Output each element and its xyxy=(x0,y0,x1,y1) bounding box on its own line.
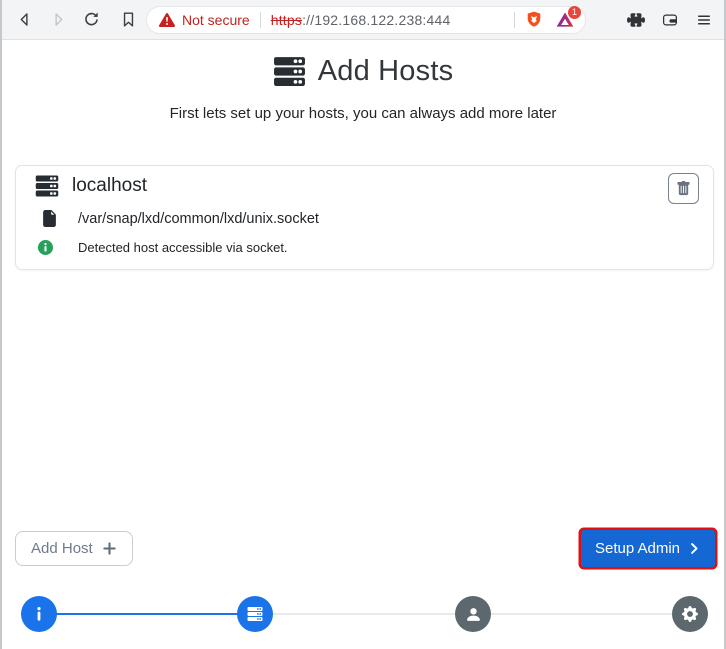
page-subtitle: First lets set up your hosts, you can al… xyxy=(2,105,724,122)
info-icon xyxy=(31,606,47,622)
add-hosts-page: Add Hosts First lets set up your hosts, … xyxy=(2,41,724,649)
forward-icon[interactable] xyxy=(44,6,72,34)
gear-icon xyxy=(682,606,698,622)
socket-path: /var/snap/lxd/common/lxd/unix.socket xyxy=(78,211,319,227)
add-host-button[interactable]: Add Host xyxy=(15,531,133,566)
brave-rewards-icon[interactable]: 1 xyxy=(555,10,575,30)
plus-icon xyxy=(102,541,117,556)
server-stack-icon xyxy=(35,174,59,198)
browser-toolbar: Not secure https://192.168.122.238:444 1 xyxy=(2,0,724,40)
step-admin xyxy=(455,596,491,632)
wallet-icon[interactable] xyxy=(660,10,680,30)
step-info xyxy=(21,596,57,632)
host-card: localhost /var/snap/lxd/common/lxd/unix.… xyxy=(15,165,714,270)
setup-wizard-stepper xyxy=(2,596,726,632)
separator xyxy=(514,12,515,28)
stepper-line-complete xyxy=(39,613,255,615)
chevron-right-icon xyxy=(688,542,701,555)
security-status: Not secure xyxy=(182,12,250,28)
url-scheme: https xyxy=(271,12,302,28)
setup-admin-label: Setup Admin xyxy=(595,540,680,557)
address-bar[interactable]: Not secure https://192.168.122.238:444 1 xyxy=(146,6,586,34)
extensions-puzzle-icon[interactable] xyxy=(626,10,646,30)
brave-shield-icon[interactable] xyxy=(525,11,543,29)
url-rest: ://192.168.122.238:444 xyxy=(302,12,450,28)
server-stack-icon xyxy=(247,606,263,622)
host-status-message: Detected host accessible via socket. xyxy=(78,240,288,255)
rewards-badge: 1 xyxy=(568,6,581,19)
setup-admin-button[interactable]: Setup Admin xyxy=(581,530,715,567)
step-hosts xyxy=(237,596,273,632)
bookmark-icon[interactable] xyxy=(114,6,142,34)
server-stack-icon xyxy=(273,55,306,88)
person-icon xyxy=(465,606,482,623)
warning-triangle-icon xyxy=(159,12,175,28)
separator xyxy=(260,12,261,28)
reload-icon[interactable] xyxy=(77,6,105,34)
file-icon xyxy=(41,210,58,227)
host-name: localhost xyxy=(72,175,147,197)
back-icon[interactable] xyxy=(10,6,38,34)
delete-host-button[interactable] xyxy=(668,173,699,204)
menu-icon[interactable] xyxy=(694,10,714,30)
add-host-label: Add Host xyxy=(31,540,93,557)
info-circle-icon xyxy=(38,240,53,255)
trash-icon xyxy=(676,181,691,196)
url-text: https://192.168.122.238:444 xyxy=(271,12,451,28)
page-title: Add Hosts xyxy=(318,55,454,88)
step-settings xyxy=(672,596,708,632)
